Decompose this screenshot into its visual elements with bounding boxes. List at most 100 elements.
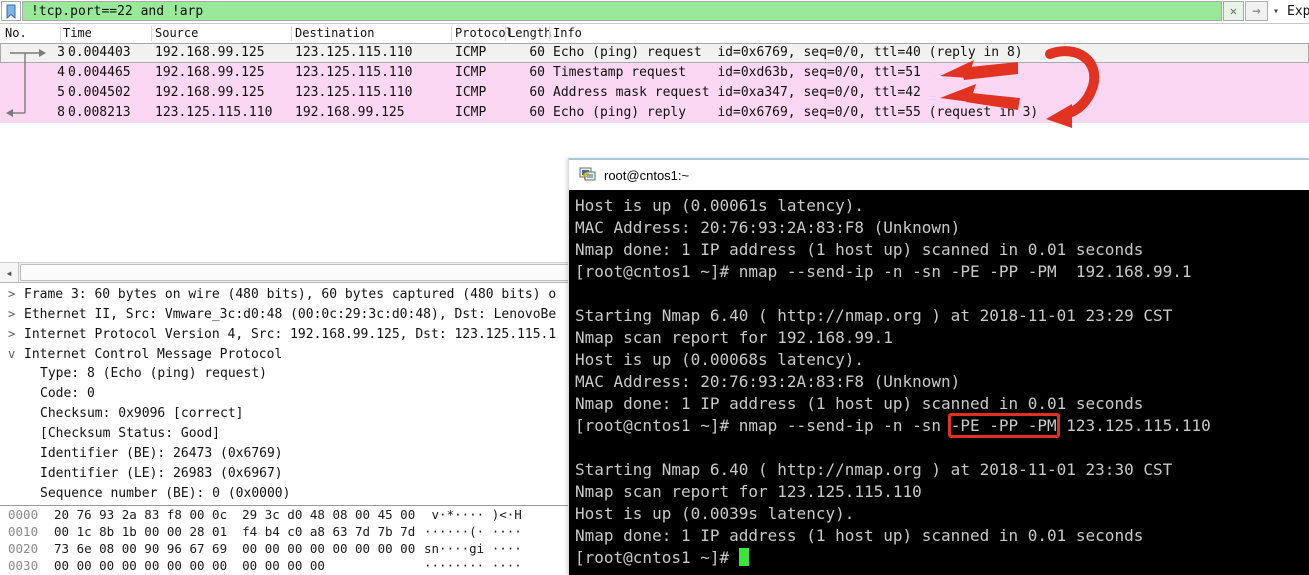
column-header-destination[interactable]: Destination bbox=[295, 26, 374, 40]
expander-closed-icon[interactable]: > bbox=[0, 304, 24, 324]
detail-text: Ethernet II, Src: Vmware_3c:d0:48 (00:0c… bbox=[24, 307, 557, 322]
red-annotations bbox=[940, 46, 1100, 128]
filter-input[interactable]: !tcp.port==22 and !arp bbox=[22, 1, 1222, 21]
packet-cell: 192.168.99.125 bbox=[295, 105, 405, 120]
packet-cell: 192.168.99.125 bbox=[155, 45, 265, 60]
expander-closed-icon[interactable]: > bbox=[0, 284, 24, 304]
terminal-line: Host is up (0.00061s latency). bbox=[575, 195, 1309, 217]
arrow-left-icon bbox=[6, 109, 13, 117]
packet-cell: 60 bbox=[529, 85, 545, 100]
terminal-line: [root@cntos1 ~]# nmap --send-ip -n -sn -… bbox=[575, 261, 1309, 283]
column-divider[interactable] bbox=[151, 26, 152, 41]
terminal-title: root@cntos1:~ bbox=[604, 167, 690, 183]
column-divider[interactable] bbox=[451, 26, 452, 41]
hex-bytes: 73 6e 08 00 90 96 67 69 00 00 00 00 00 0… bbox=[54, 541, 416, 556]
column-header-info[interactable]: Info bbox=[553, 26, 582, 40]
terminal-text: Host is up (0.0039s latency). bbox=[575, 504, 855, 523]
detail-text: Sequence number (BE): 0 (0x0000) bbox=[40, 486, 291, 501]
hex-ascii: sn····gi ···· bbox=[424, 541, 522, 556]
red-curve-arrow bbox=[1045, 46, 1100, 128]
packet-row[interactable]: 8 0.008213 123.125.115.110 192.168.99.125 IC… bbox=[0, 103, 1309, 123]
scroll-left-icon: ◂ bbox=[5, 265, 13, 280]
detail-text: Type: 8 (Echo (ping) request) bbox=[40, 366, 267, 381]
expression-button[interactable]: Exp bbox=[1287, 4, 1309, 19]
column-divider[interactable] bbox=[549, 26, 550, 41]
column-header-length[interactable]: Length bbox=[508, 26, 551, 40]
detail-text: Identifier (LE): 26983 (0x6967) bbox=[40, 466, 283, 481]
column-divider[interactable] bbox=[60, 26, 61, 41]
hex-offset: 0030 bbox=[8, 558, 39, 573]
detail-text: Internet Control Message Protocol bbox=[24, 347, 283, 362]
packet-cell: 123.125.115.110 bbox=[295, 85, 413, 100]
arrow-right-icon bbox=[39, 49, 46, 57]
detail-text: Checksum: 0x9096 [correct] bbox=[40, 406, 244, 421]
packet-cell: 0.004502 bbox=[68, 85, 131, 100]
packet-cell: 123.125.115.110 bbox=[155, 105, 273, 120]
detail-text: Internet Protocol Version 4, Src: 192.16… bbox=[24, 327, 557, 342]
putty-icon bbox=[579, 167, 596, 181]
packet-cell: 0.008213 bbox=[68, 105, 131, 120]
bookmark-button[interactable] bbox=[1, 1, 21, 21]
packet-cell: 123.125.115.110 bbox=[295, 45, 413, 60]
chevron-down-icon: ▾ bbox=[1272, 5, 1280, 17]
filter-text: !tcp.port==22 and !arp bbox=[31, 3, 204, 19]
bookmark-icon bbox=[6, 4, 16, 19]
terminal-titlebar[interactable]: root@cntos1:~ bbox=[569, 160, 1309, 190]
packet-cell: Address mask request id=0xa347, seq=0/0,… bbox=[553, 85, 921, 100]
terminal-text: Starting Nmap 6.40 ( http://nmap.org ) a… bbox=[575, 306, 1173, 325]
detail-text: [Checksum Status: Good] bbox=[40, 426, 221, 441]
column-divider[interactable] bbox=[291, 26, 292, 41]
packet-row[interactable]: 4 0.004465 192.168.99.125 123.125.115.110 IC… bbox=[0, 63, 1309, 83]
packet-cell: ICMP bbox=[455, 85, 487, 100]
packet-cell: 192.168.99.125 bbox=[155, 85, 265, 100]
packet-cell: 60 bbox=[529, 45, 545, 60]
terminal-text: [root@cntos1 ~]# nmap --send-ip -n -sn -… bbox=[575, 262, 1192, 281]
hex-ascii: v·*···· )<·H bbox=[424, 507, 522, 522]
terminal-line: Host is up (0.00068s latency). bbox=[575, 349, 1309, 371]
hex-bytes: 00 1c 8b 1b 00 00 28 01 f4 b4 c0 a8 63 7… bbox=[54, 524, 416, 539]
terminal-line: Nmap done: 1 IP address (1 host up) scan… bbox=[575, 239, 1309, 261]
filter-dropdown-button[interactable]: ▾ bbox=[1269, 1, 1283, 21]
packet-cell: ICMP bbox=[455, 45, 487, 60]
detail-text: Identifier (BE): 26473 (0x6769) bbox=[40, 446, 283, 461]
terminal-text: Nmap scan report for 192.168.99.1 bbox=[575, 328, 893, 347]
expander-closed-icon[interactable]: > bbox=[0, 324, 24, 344]
packet-row[interactable]: 5 0.004502 192.168.99.125 123.125.115.110 IC… bbox=[0, 83, 1309, 103]
terminal-text: 123.125.115.110 bbox=[1056, 416, 1211, 435]
filter-clear-button[interactable]: ✕ bbox=[1223, 1, 1244, 21]
hex-offset: 0010 bbox=[8, 524, 39, 539]
packet-cell: 60 bbox=[529, 105, 545, 120]
column-divider[interactable] bbox=[505, 26, 506, 41]
packet-cell: 60 bbox=[529, 65, 545, 80]
column-header-time[interactable]: Time bbox=[63, 26, 92, 40]
packet-cell: Timestamp request id=0xd63b, seq=0/0, tt… bbox=[553, 65, 921, 80]
terminal-body[interactable]: Host is up (0.00061s latency). MAC Addres… bbox=[569, 190, 1309, 575]
terminal-line: Nmap done: 1 IP address (1 host up) scan… bbox=[575, 393, 1309, 415]
terminal-text: Nmap scan report for 123.125.115.110 bbox=[575, 482, 922, 501]
scroll-left-button[interactable]: ◂ bbox=[0, 263, 19, 282]
terminal-line: Starting Nmap 6.40 ( http://nmap.org ) a… bbox=[575, 459, 1309, 481]
terminal-text: [root@cntos1 ~]# nmap --send-ip -n -sn bbox=[575, 416, 951, 435]
detail-text: Frame 3: 60 bytes on wire (480 bits), 60… bbox=[24, 287, 557, 302]
terminal-text: MAC Address: 20:76:93:2A:83:F8 (Unknown) bbox=[575, 372, 961, 391]
column-header-no[interactable]: No. bbox=[5, 26, 27, 40]
filter-apply-button[interactable]: → bbox=[1245, 1, 1268, 21]
column-header-source[interactable]: Source bbox=[155, 26, 198, 40]
packet-cell: 0.004465 bbox=[68, 65, 131, 80]
clear-icon: ✕ bbox=[1229, 4, 1238, 18]
terminal-line: Starting Nmap 6.40 ( http://nmap.org ) a… bbox=[575, 305, 1309, 327]
terminal-line: Host is up (0.0039s latency). bbox=[575, 503, 1309, 525]
terminal-text: [root@cntos1 ~]# bbox=[575, 548, 739, 567]
detail-text: Code: 0 bbox=[40, 386, 95, 401]
terminal-text: Starting Nmap 6.40 ( http://nmap.org ) a… bbox=[575, 460, 1173, 479]
terminal-text: Host is up (0.00061s latency). bbox=[575, 196, 864, 215]
terminal-text: Nmap done: 1 IP address (1 host up) scan… bbox=[575, 394, 1144, 413]
expander-open-icon[interactable]: v bbox=[0, 344, 24, 364]
terminal-text: Nmap done: 1 IP address (1 host up) scan… bbox=[575, 240, 1144, 259]
hex-bytes: 00 00 00 00 00 00 00 00 00 00 00 00 bbox=[54, 558, 325, 573]
packet-row[interactable]: 3 0.004403 192.168.99.125 123.125.115.110 IC… bbox=[0, 43, 1309, 63]
packet-cell: 123.125.115.110 bbox=[295, 65, 413, 80]
terminal-line: [root@cntos1 ~]# bbox=[575, 547, 1309, 569]
